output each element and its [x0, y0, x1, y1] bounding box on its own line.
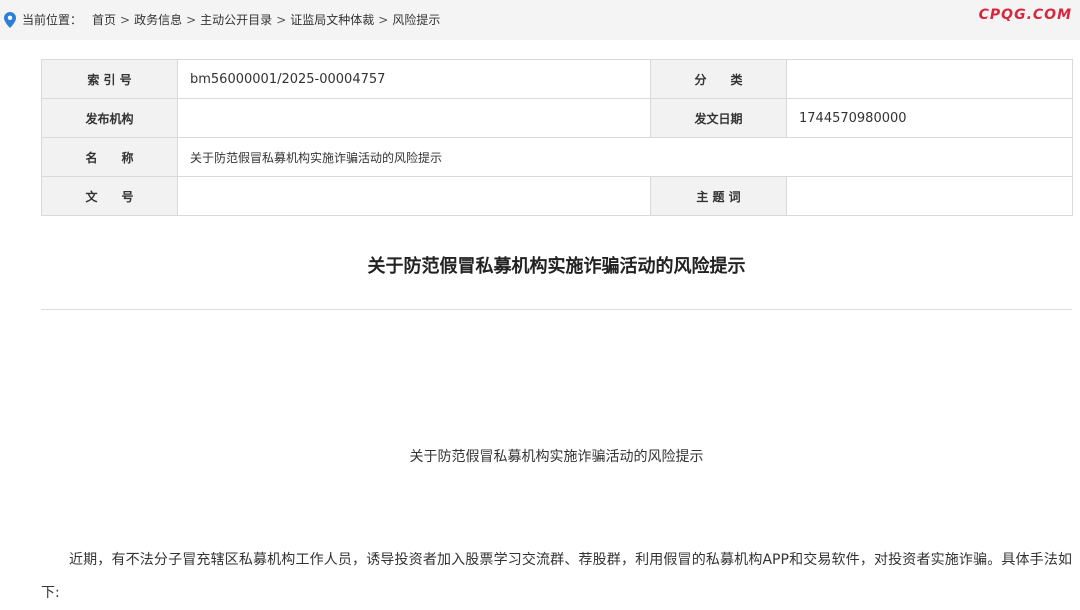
- article-subtitle: 关于防范假冒私募机构实施诈骗活动的风险提示: [409, 449, 704, 465]
- breadcrumb-separator: >: [120, 13, 131, 27]
- document-number-label: 文 号: [41, 176, 178, 216]
- index-number-label: 索 引 号: [41, 59, 178, 99]
- top-bar: 当前位置： 首页 > 政务信息 > 主动公开目录 > 证监局文种体裁 > 风险提示 CPQG.CO…: [0, 0, 1080, 40]
- publisher-label: 发布机构: [41, 98, 178, 138]
- breadcrumb-separator: >: [186, 13, 197, 27]
- keywords-value: [786, 176, 1073, 216]
- keywords-label: 主 题 词: [650, 176, 787, 216]
- article-paragraph: 近期，有不法分子冒充辖区私募机构工作人员，诱导投资者加入股票学习交流群、荐股群，…: [41, 552, 1072, 601]
- index-number-value: bm56000001/2025-00004757: [177, 59, 651, 99]
- breadcrumb-doc-genre[interactable]: 证监局文种体裁: [290, 13, 374, 27]
- breadcrumb-separator: >: [378, 13, 389, 27]
- category-value: [786, 59, 1073, 99]
- document-metadata-table: 索 引 号 bm56000001/2025-00004757 分 类 发布机构 …: [41, 59, 1073, 216]
- table-row: 索 引 号 bm56000001/2025-00004757 分 类: [41, 59, 1073, 99]
- breadcrumb-separator: >: [276, 13, 287, 27]
- article-title: 关于防范假冒私募机构实施诈骗活动的风险提示: [367, 256, 746, 277]
- breadcrumb-risk-warning[interactable]: 风险提示: [392, 13, 440, 27]
- document-name-value: 关于防范假冒私募机构实施诈骗活动的风险提示: [177, 137, 1073, 177]
- issue-date-label: 发文日期: [650, 98, 787, 138]
- site-logo: CPQG.COM: [978, 7, 1072, 23]
- category-label: 分 类: [650, 59, 787, 99]
- table-row: 发布机构 发文日期 1744570980000: [41, 98, 1073, 138]
- title-divider: [41, 309, 1072, 310]
- breadcrumb-disclosure-catalog[interactable]: 主动公开目录: [200, 13, 272, 27]
- breadcrumb: 当前位置： 首页 > 政务信息 > 主动公开目录 > 证监局文种体裁 > 风险提示: [22, 12, 440, 28]
- breadcrumb-label: 当前位置：: [22, 13, 83, 27]
- location-pin-icon: [4, 12, 16, 28]
- document-number-value: [177, 176, 651, 216]
- table-row: 文 号 主 题 词: [41, 176, 1073, 216]
- document-name-label: 名 称: [41, 137, 178, 177]
- breadcrumb-home[interactable]: 首页: [92, 13, 116, 27]
- table-row: 名 称 关于防范假冒私募机构实施诈骗活动的风险提示: [41, 137, 1073, 177]
- issue-date-value: 1744570980000: [786, 98, 1073, 138]
- publisher-value: [177, 98, 651, 138]
- breadcrumb-gov-info[interactable]: 政务信息: [134, 13, 182, 27]
